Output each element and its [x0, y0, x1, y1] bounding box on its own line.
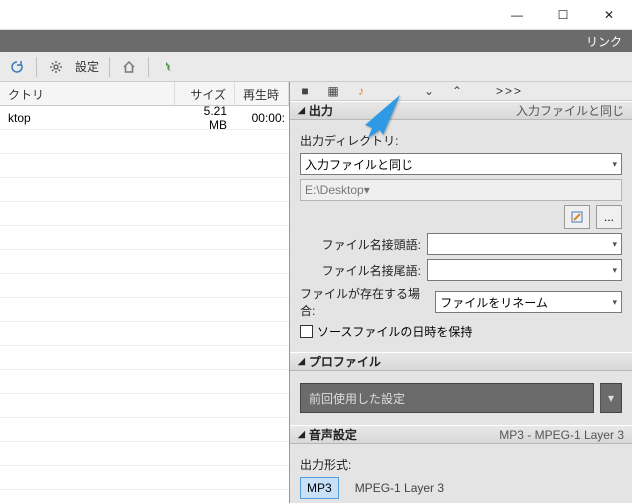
link-menu[interactable]: リンク: [586, 33, 622, 50]
collapse-icon: ◢: [298, 356, 305, 367]
home-icon[interactable]: [118, 56, 140, 78]
refresh-icon[interactable]: [6, 56, 28, 78]
output-note: 入力ファイルと同じ: [516, 102, 624, 119]
output-section-header[interactable]: ◢ 出力 入力ファイルと同じ: [290, 101, 632, 120]
more-button[interactable]: >>>: [496, 84, 523, 98]
output-dir-label: 出力ディレクトリ:: [300, 132, 399, 149]
separator: [148, 57, 149, 77]
file-exists-select[interactable]: ファイルをリネーム ▾: [435, 291, 622, 313]
profile-select[interactable]: 前回使用した設定: [300, 383, 594, 413]
cell-name: ktop: [0, 107, 175, 129]
checkbox-icon: [300, 325, 313, 338]
profile-title: プロファイル: [309, 353, 381, 370]
settings-panel: ■ ▦ ♪ ⌄ ⌃ >>> ◢ 出力 入力ファイルと同じ 出力ディレクトリ: 入…: [290, 82, 632, 503]
maximize-button[interactable]: ☐: [540, 0, 586, 30]
column-duration[interactable]: 再生時: [235, 82, 289, 105]
collapse-icon: ◢: [298, 429, 305, 440]
edit-path-button[interactable]: [564, 205, 590, 229]
output-dir-value: 入力ファイルと同じ: [305, 156, 413, 173]
column-directory[interactable]: クトリ: [0, 82, 175, 105]
output-path-display: E:\Desktop ▾: [300, 179, 622, 201]
minimize-button[interactable]: —: [494, 0, 540, 30]
prefix-label: ファイル名接頭語:: [322, 236, 421, 253]
prefix-input[interactable]: ▾: [427, 233, 622, 255]
audio-section-header[interactable]: ◢ 音声設定 MP3 - MPEG-1 Layer 3: [290, 425, 632, 444]
chevron-down-icon[interactable]: ⌄: [420, 82, 438, 100]
chevron-up-icon[interactable]: ⌃: [448, 82, 466, 100]
output-title: 出力: [309, 102, 333, 119]
music-icon[interactable]: ♪: [352, 82, 370, 100]
document-icon[interactable]: ▦: [324, 82, 342, 100]
settings-label[interactable]: 設定: [75, 58, 99, 75]
cell-size: 5.21 MB: [175, 100, 235, 136]
keep-date-checkbox[interactable]: ソースファイルの日時を保持: [300, 323, 472, 340]
collapse-icon: ◢: [298, 105, 305, 116]
output-dir-select[interactable]: 入力ファイルと同じ ▾: [300, 153, 622, 175]
suffix-input[interactable]: ▾: [427, 259, 622, 281]
cell-duration: 00:00:: [235, 107, 289, 129]
file-exists-label: ファイルが存在する場合:: [300, 285, 429, 319]
separator: [109, 57, 110, 77]
browse-button[interactable]: ...: [596, 205, 622, 229]
table-row[interactable]: ktop 5.21 MB 00:00:: [0, 106, 289, 130]
chevron-down-icon: ▾: [612, 265, 617, 276]
profile-value: 前回使用した設定: [309, 390, 405, 407]
folder-icon[interactable]: ■: [296, 82, 314, 100]
format-desc: MPEG-1 Layer 3: [355, 481, 444, 495]
file-list-panel: クトリ サイズ 再生時 ktop 5.21 MB 00:00:: [0, 82, 290, 503]
chevron-down-icon: ▾: [612, 159, 617, 170]
profile-dropdown-button[interactable]: ▾: [600, 383, 622, 413]
file-exists-value: ファイルをリネーム: [440, 294, 548, 311]
chevron-down-icon: ▾: [364, 183, 370, 197]
audio-title: 音声設定: [309, 426, 357, 443]
format-selected[interactable]: MP3: [300, 477, 339, 499]
chevron-down-icon: ▾: [612, 239, 617, 250]
separator: [36, 57, 37, 77]
keep-date-label: ソースファイルの日時を保持: [317, 323, 472, 340]
profile-section-header[interactable]: ◢ プロファイル: [290, 352, 632, 371]
output-path-value: E:\Desktop: [305, 183, 364, 197]
pin-icon[interactable]: [157, 56, 179, 78]
output-format-label: 出力形式:: [300, 456, 351, 473]
gear-icon[interactable]: [45, 56, 67, 78]
audio-note: MP3 - MPEG-1 Layer 3: [499, 428, 624, 442]
suffix-label: ファイル名接尾語:: [322, 262, 421, 279]
chevron-down-icon: ▾: [612, 297, 617, 308]
close-button[interactable]: ✕: [586, 0, 632, 30]
